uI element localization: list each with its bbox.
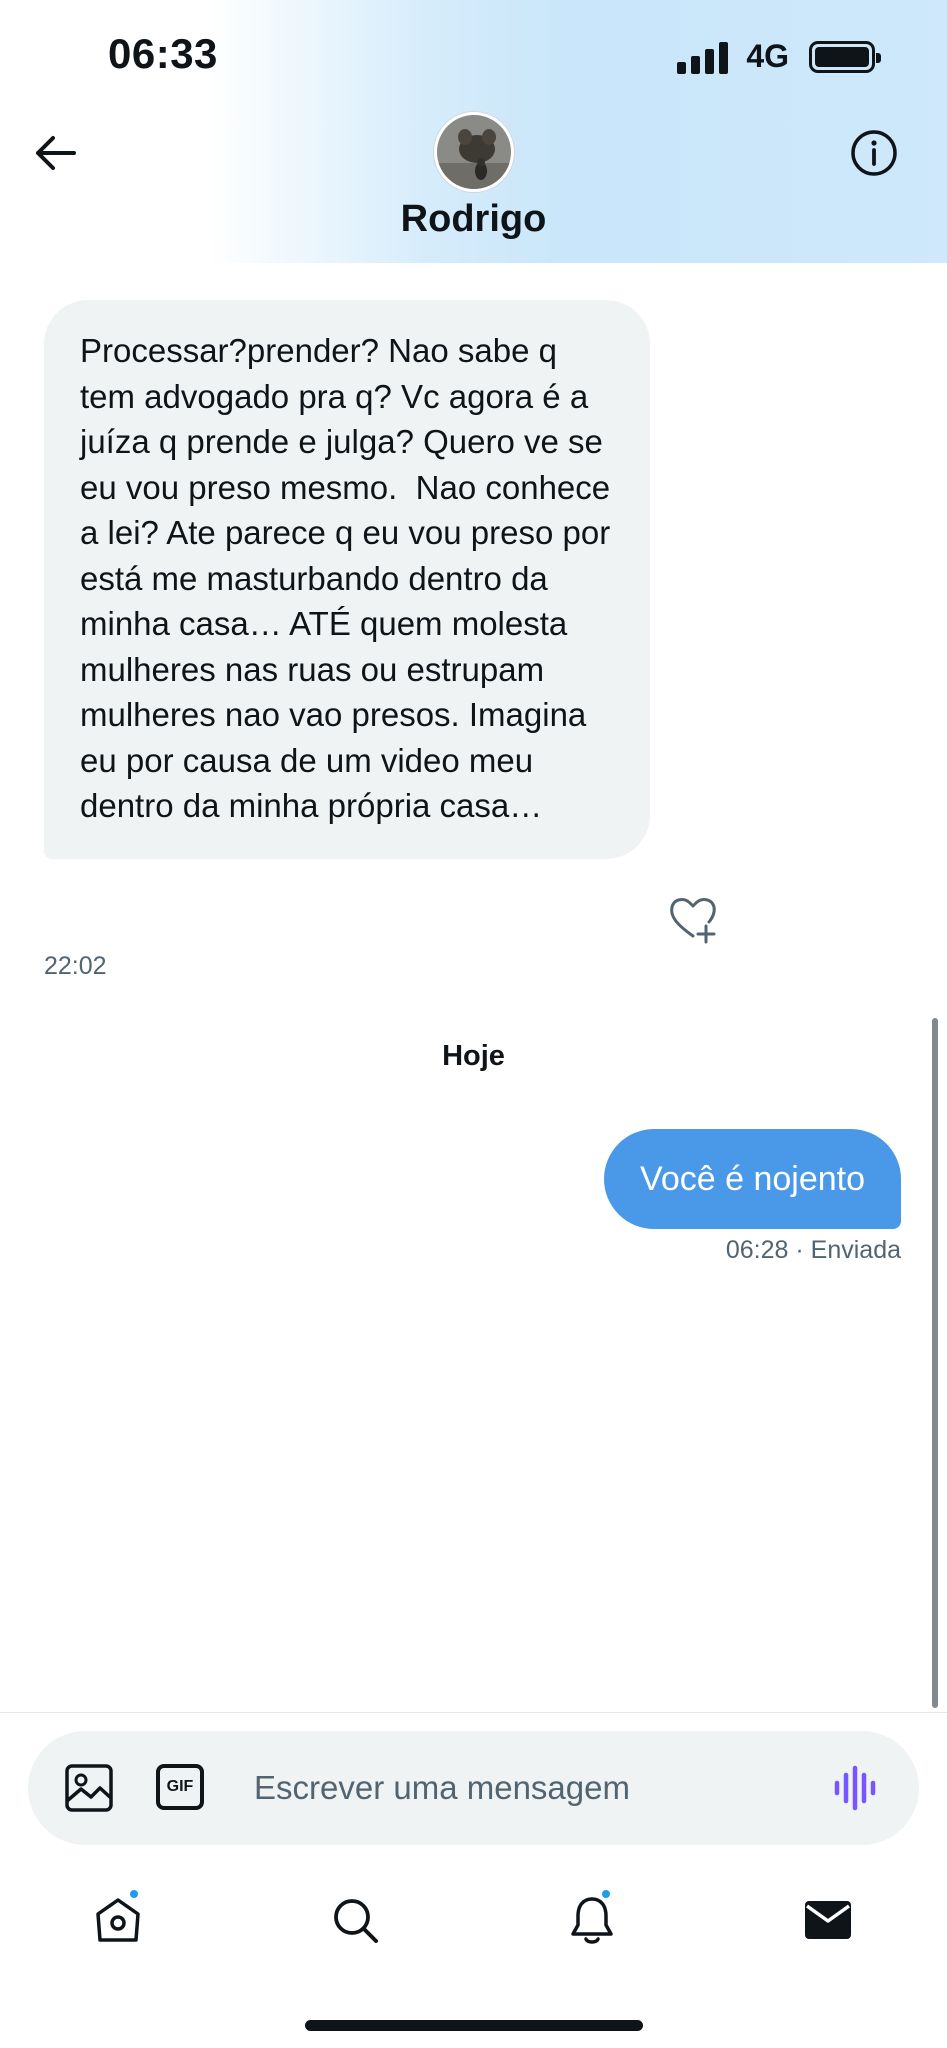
- outgoing-message-text: Você é nojento: [640, 1159, 865, 1198]
- add-media-button[interactable]: [64, 1763, 114, 1813]
- gif-label: GIF: [166, 1778, 194, 1795]
- incoming-message-bubble[interactable]: Processar?prender? Nao sabe q tem advoga…: [44, 300, 650, 859]
- battery-icon: [809, 40, 881, 73]
- info-button[interactable]: [849, 128, 899, 178]
- nav-notifications[interactable]: [562, 1888, 622, 1950]
- info-icon: [851, 130, 897, 176]
- voice-wave-icon: [834, 1765, 876, 1811]
- home-notification-dot: [128, 1888, 140, 1900]
- avatar[interactable]: [434, 112, 514, 192]
- like-message-button[interactable]: [666, 892, 720, 946]
- message-composer: GIF: [28, 1731, 919, 1845]
- status-indicators: 4G: [677, 38, 881, 75]
- voice-message-button[interactable]: [831, 1765, 879, 1811]
- outgoing-message-status: 06:28 · Enviada: [725, 1236, 901, 1264]
- nav-messages[interactable]: [798, 1890, 858, 1950]
- bell-icon: [571, 1897, 613, 1944]
- day-separator: Hoje: [442, 1040, 505, 1072]
- home-indicator[interactable]: [305, 2020, 643, 2031]
- outgoing-message-bubble[interactable]: Você é nojento: [604, 1129, 901, 1229]
- nav-search[interactable]: [325, 1890, 385, 1950]
- arrow-left-icon: [36, 136, 76, 170]
- incoming-message-text: Processar?prender? Nao sabe q tem advoga…: [80, 332, 620, 824]
- bottom-navigation: [0, 1880, 947, 1960]
- gif-button[interactable]: GIF: [156, 1764, 204, 1810]
- heart-plus-icon: [670, 898, 716, 944]
- image-icon: [65, 1764, 113, 1812]
- composer-divider: [0, 1712, 947, 1713]
- nav-home[interactable]: [88, 1888, 148, 1950]
- signal-icon: [677, 40, 729, 74]
- home-icon: [96, 1898, 140, 1942]
- scrollbar[interactable]: [932, 1018, 938, 1708]
- conversation-header: 06:33 4G Rodrigo: [0, 0, 947, 263]
- avatar-photo: [437, 115, 511, 189]
- status-time: 06:33: [108, 30, 218, 77]
- network-label: 4G: [746, 38, 789, 74]
- incoming-message-time: 22:02: [44, 952, 107, 980]
- back-button[interactable]: [28, 126, 82, 180]
- message-input[interactable]: [254, 1759, 814, 1817]
- search-icon: [334, 1899, 378, 1943]
- notifications-dot: [600, 1888, 612, 1900]
- envelope-icon: [805, 1901, 851, 1939]
- contact-name[interactable]: Rodrigo: [0, 198, 947, 241]
